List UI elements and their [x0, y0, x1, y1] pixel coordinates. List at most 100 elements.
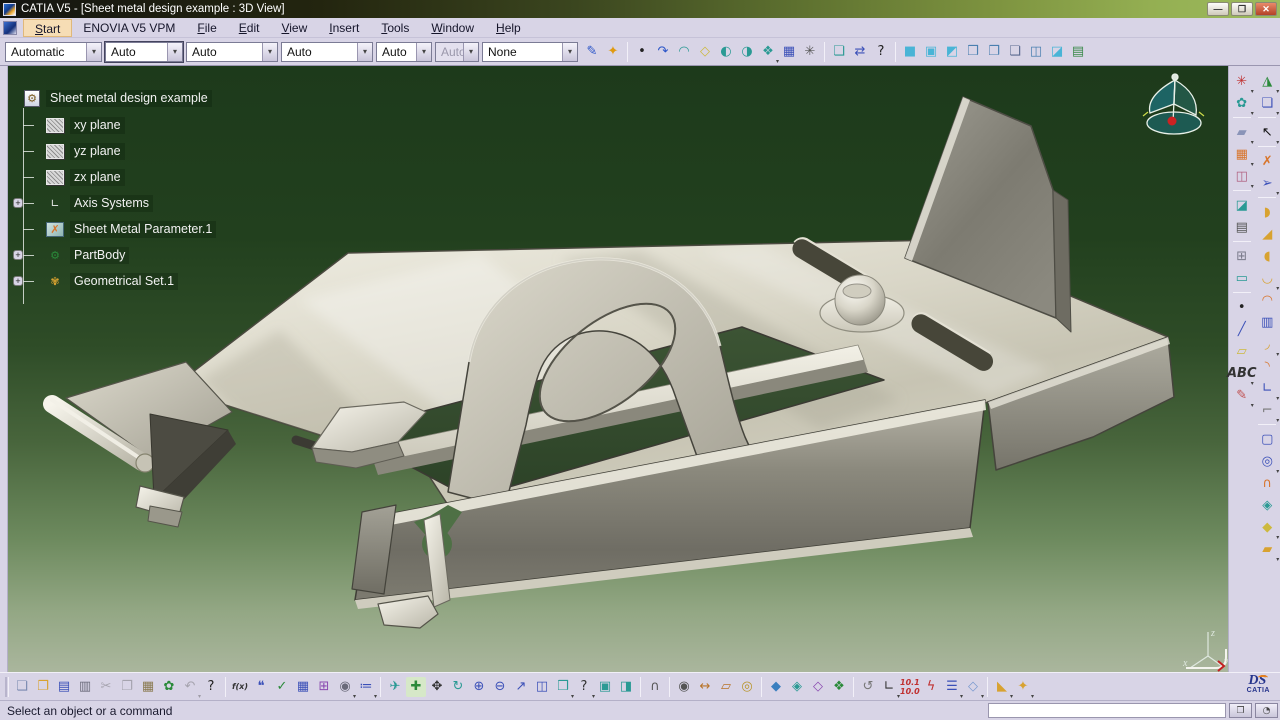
combo-auto-5[interactable]: Auto ▾ — [435, 42, 479, 62]
grid-points-icon[interactable]: ▦ — [1231, 143, 1253, 165]
combo-update-mode[interactable]: Automatic ▾ — [5, 42, 102, 62]
copy-icon[interactable]: ❐ — [117, 677, 137, 697]
menu-file[interactable]: File — [186, 19, 227, 37]
planes-between-icon[interactable]: ▰ — [1231, 121, 1253, 143]
plane-tool-icon[interactable]: ▱ — [1231, 340, 1253, 362]
render-material-icon[interactable]: ◪ — [1047, 42, 1067, 62]
quick-view-icon[interactable]: ? — [574, 677, 594, 697]
recognize-walls-icon[interactable]: ◣ — [992, 677, 1012, 697]
undo-icon[interactable]: ↶ — [180, 677, 200, 697]
patch-icon[interactable]: ◇ — [695, 42, 715, 62]
capture-icon[interactable]: ◉ — [674, 677, 694, 697]
point-icon[interactable]: • — [1231, 296, 1253, 318]
zoom-out-icon[interactable]: ⊖ — [490, 677, 510, 697]
swap-32-icon[interactable]: ⇄ — [850, 42, 870, 62]
power-input[interactable] — [988, 703, 1226, 718]
text-abc-icon[interactable]: ABC — [1231, 362, 1253, 384]
datum-save-icon[interactable]: ▤ — [1231, 216, 1253, 238]
face-view-alt-icon[interactable]: ◑ — [737, 42, 757, 62]
tree-node-label[interactable]: yz plane — [70, 143, 125, 160]
look-at-icon[interactable]: ▣ — [595, 677, 615, 697]
flower-surface-icon[interactable]: ✿ — [1231, 92, 1253, 114]
select-icon[interactable]: ↖ — [1256, 121, 1278, 143]
whats-this-icon[interactable]: ? — [871, 42, 891, 62]
menu-start[interactable]: Start — [23, 19, 72, 37]
constraint-icon[interactable]: ◇ — [963, 677, 983, 697]
stamp-export-icon[interactable]: ✦ — [1013, 677, 1033, 697]
tree-expander-icon[interactable]: + — [13, 250, 23, 260]
design-table-icon[interactable]: ⊞ — [314, 677, 334, 697]
axis-system-icon[interactable]: ∟ — [879, 677, 899, 697]
wall-icon[interactable]: ◗ — [1256, 201, 1278, 223]
surface-flag-icon[interactable]: ◪ — [1231, 194, 1253, 216]
cut-icon[interactable]: ✂ — [96, 677, 116, 697]
render-wireframe-icon[interactable]: ❏ — [1005, 42, 1025, 62]
tree-node-label[interactable]: zx plane — [70, 169, 125, 186]
toolbar-grip[interactable] — [5, 677, 9, 697]
knot-icon[interactable]: ✳ — [1231, 70, 1253, 92]
tree-expander-icon[interactable]: + — [13, 198, 23, 208]
wall-on-edge-icon[interactable]: ◢ — [1256, 223, 1278, 245]
tear-drop-icon[interactable]: ◠ — [1256, 289, 1278, 311]
dialog-dock-icon[interactable]: ❐ — [1229, 703, 1252, 718]
menu-tools[interactable]: Tools — [370, 19, 420, 37]
flat-pattern-icon[interactable]: ▰ — [1256, 538, 1278, 560]
check-analysis-icon[interactable]: ✓ — [272, 677, 292, 697]
zoom-in-icon[interactable]: ⊕ — [469, 677, 489, 697]
chevron-down-icon[interactable]: ▾ — [416, 43, 431, 61]
tree-node-label[interactable]: Axis Systems — [70, 195, 153, 212]
chevron-down-icon[interactable]: ▾ — [562, 43, 577, 61]
knowledge-spark-icon[interactable]: ✦ — [603, 42, 623, 62]
point-stamp-icon[interactable]: ◆ — [1256, 516, 1278, 538]
flange-icon[interactable]: ◖ — [1256, 245, 1278, 267]
new-icon[interactable]: ❏ — [12, 677, 32, 697]
menu-edit[interactable]: Edit — [228, 19, 271, 37]
sheet-metal-parameters-icon[interactable]: ✗ — [1256, 150, 1278, 172]
jog-icon[interactable]: ➢ — [1256, 172, 1278, 194]
restore-button[interactable]: ❐ — [1231, 2, 1253, 16]
dialog-expand-icon[interactable]: ◔ — [1255, 703, 1278, 718]
lasso-icon[interactable]: ✎ — [1231, 384, 1253, 406]
line-icon[interactable]: ╱ — [1231, 318, 1253, 340]
chevron-down-icon[interactable]: ▾ — [463, 43, 478, 61]
update-icon[interactable]: ↺ — [858, 677, 878, 697]
normal-view-icon[interactable]: ↗ — [511, 677, 531, 697]
menu-help[interactable]: Help — [485, 19, 532, 37]
tree-yz-plane[interactable]: yz plane — [12, 138, 312, 164]
mesh-grid-icon[interactable]: ▦ — [779, 42, 799, 62]
combo-auto-1[interactable]: Auto ▾ — [105, 42, 183, 62]
menu-window[interactable]: Window — [420, 19, 485, 37]
cylinders-icon[interactable]: ◫ — [1231, 165, 1253, 187]
render-hidden-edges-icon[interactable]: ❒ — [963, 42, 983, 62]
measure-item-icon[interactable]: ▱ — [716, 677, 736, 697]
measure-inertia-icon[interactable]: ◎ — [737, 677, 757, 697]
tree-geometrical-set[interactable]: + ✾ Geometrical Set.1 — [12, 268, 312, 294]
compass-anchor-dot[interactable] — [1168, 117, 1177, 126]
cutout-icon[interactable]: ▢ — [1256, 428, 1278, 450]
apply-material-icon[interactable]: ◈ — [787, 677, 807, 697]
3d-viewport[interactable]: z x y ⚙ Sheet metal design example — [8, 66, 1228, 672]
print-icon[interactable]: ▥ — [75, 677, 95, 697]
equivalent-dimensions-icon[interactable]: ≔ — [356, 677, 376, 697]
calculator-icon[interactable]: ▦ — [293, 677, 313, 697]
point-display-icon[interactable]: • — [632, 42, 652, 62]
render-custom-icon[interactable]: ◫ — [1026, 42, 1046, 62]
tree-sheet-metal-parameter[interactable]: ✗ Sheet Metal Parameter.1 — [12, 216, 312, 242]
menu-enovia[interactable]: ENOVIA V5 VPM — [72, 19, 186, 37]
unfold-icon[interactable]: ⌐ — [1256, 399, 1278, 421]
group-faces-icon[interactable]: ❖ — [758, 42, 778, 62]
multi-view-icon[interactable]: ◫ — [532, 677, 552, 697]
depth-display-icon[interactable]: ▤ — [1068, 42, 1088, 62]
render-no-smooth-icon[interactable]: ❐ — [984, 42, 1004, 62]
menu-view[interactable]: View — [270, 19, 318, 37]
face-view-icon[interactable]: ◐ — [716, 42, 736, 62]
tree-node-label[interactable]: Sheet Metal Parameter.1 — [70, 221, 216, 238]
surface-panel-icon[interactable]: ❏ — [829, 42, 849, 62]
generative-icon[interactable]: ϟ — [921, 677, 941, 697]
frame-icon[interactable]: ▭ — [1231, 267, 1253, 289]
surface-arc-icon[interactable]: ◠ — [674, 42, 694, 62]
tree-xy-plane[interactable]: xy plane — [12, 112, 312, 138]
conical-bend-icon[interactable]: ◝ — [1256, 355, 1278, 377]
catalog-browser-icon[interactable]: ✿ — [159, 677, 179, 697]
full-screen-icon[interactable]: ◨ — [616, 677, 636, 697]
